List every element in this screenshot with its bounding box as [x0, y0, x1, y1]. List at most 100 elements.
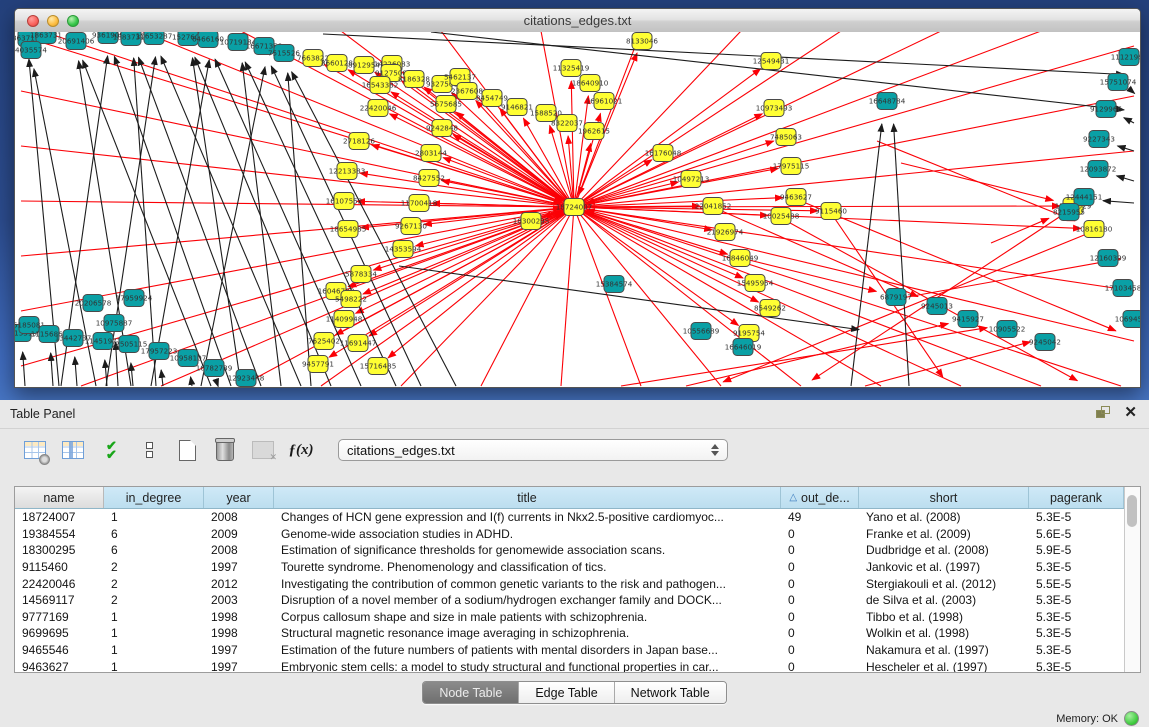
- graph-node[interactable]: 9457791: [302, 356, 334, 373]
- graph-node[interactable]: 21926974: [707, 224, 744, 241]
- svg-text:12549431: 12549431: [753, 57, 790, 66]
- graph-node[interactable]: 9227343: [1083, 131, 1115, 148]
- select-columns-button[interactable]: [60, 437, 86, 463]
- column-header-year[interactable]: year: [204, 487, 274, 508]
- table-cell: 1997: [204, 660, 274, 672]
- graph-node[interactable]: 12213383: [329, 163, 366, 180]
- network-canvas[interactable]: 8637104186373140355742069140693619091883…: [15, 32, 1140, 387]
- table-scrollbar-thumb[interactable]: [1127, 495, 1137, 527]
- graph-node[interactable]: 11325419: [553, 60, 590, 77]
- table-row[interactable]: 911546021997Tourette syndrome. Phenomeno…: [15, 559, 1124, 576]
- table-cell: Corpus callosum shape and size in male p…: [274, 610, 781, 624]
- graph-node[interactable]: 16846049: [722, 250, 759, 267]
- table-cell: 1998: [204, 610, 274, 624]
- graph-node[interactable]: 15495954: [737, 275, 774, 292]
- graph-node[interactable]: 14353594: [385, 241, 422, 258]
- svg-text:10958107: 10958107: [170, 354, 207, 363]
- table-row[interactable]: 2242004622012Investigating the contribut…: [15, 575, 1124, 592]
- table-select-dropdown[interactable]: citations_edges.txt: [338, 439, 728, 461]
- graph-node[interactable]: 10694547: [1115, 311, 1140, 328]
- table-row[interactable]: 1872400712008Changes of HCN gene express…: [15, 509, 1124, 526]
- svg-text:15751074: 15751074: [1100, 78, 1137, 87]
- graph-edge: [1117, 176, 1134, 181]
- network-window[interactable]: citations_edges.txt 86371041863731403557…: [14, 8, 1141, 388]
- table-toolbar: ✔✔ ƒ(x) citations_edges.txt: [0, 429, 1149, 471]
- column-header-title[interactable]: title: [274, 487, 781, 508]
- graph-node[interactable]: 9129966: [1090, 101, 1122, 118]
- table-row[interactable]: 946362711997Embryonic stem cells: a mode…: [15, 658, 1124, 672]
- table-cell: 5.3E-5: [1029, 643, 1124, 657]
- graph-edge: [161, 207, 574, 386]
- graph-node[interactable]: 10556689: [683, 323, 720, 340]
- table-row[interactable]: 946554611997Estimation of the future num…: [15, 642, 1124, 659]
- svg-text:10905522: 10905522: [989, 325, 1026, 334]
- graph-node[interactable]: 18640910: [572, 75, 609, 92]
- table-row[interactable]: 977716911998Corpus callosum shape and si…: [15, 609, 1124, 626]
- column-header-out_de[interactable]: △out_de...: [781, 487, 859, 508]
- delete-table-button[interactable]: [212, 437, 238, 463]
- graph-node[interactable]: 11691447: [340, 335, 377, 352]
- column-header-pagerank[interactable]: pagerank: [1029, 487, 1124, 508]
- svg-text:10025488: 10025488: [763, 212, 800, 221]
- svg-text:11691447: 11691447: [340, 339, 377, 348]
- tab-network-table[interactable]: Network Table: [615, 682, 726, 703]
- select-all-columns-button[interactable]: ✔✔: [98, 437, 124, 463]
- graph-node[interactable]: 15751074: [1100, 74, 1137, 91]
- graph-node[interactable]: 9463627: [780, 189, 812, 206]
- tab-node-table[interactable]: Node Table: [423, 682, 519, 703]
- graph-node[interactable]: 18654985: [330, 221, 367, 238]
- graph-node[interactable]: 8549262: [754, 300, 786, 317]
- tab-edge-table[interactable]: Edge Table: [519, 682, 614, 703]
- graph-edge: [161, 56, 301, 386]
- table-cell: 5.3E-5: [1029, 560, 1124, 574]
- network-graph-svg[interactable]: 8637104186373140355742069140693619091883…: [15, 32, 1140, 387]
- graph-node[interactable]: 9245042: [1029, 334, 1061, 351]
- window-titlebar[interactable]: citations_edges.txt: [15, 9, 1140, 33]
- column-header-short[interactable]: short: [859, 487, 1029, 508]
- table-scrollbar[interactable]: [1124, 487, 1140, 672]
- column-header-name[interactable]: name: [15, 487, 104, 508]
- graph-node[interactable]: 12160399: [1090, 250, 1127, 267]
- table-row[interactable]: 969969511998Structural magnetic resonanc…: [15, 625, 1124, 642]
- graph-node[interactable]: 17975115: [773, 158, 810, 175]
- table-cell: 9115460: [15, 560, 104, 574]
- table-cell: 0: [781, 660, 859, 672]
- table-row[interactable]: 1456911722003Disruption of a novel membe…: [15, 592, 1124, 609]
- graph-node[interactable]: 8133046: [626, 33, 658, 50]
- graph-node[interactable]: 15384574: [596, 276, 633, 293]
- float-panel-icon[interactable]: [1096, 406, 1110, 419]
- graph-node[interactable]: 15716485: [360, 358, 397, 375]
- graph-node[interactable]: 16648784: [869, 93, 906, 110]
- graph-edge: [579, 32, 641, 195]
- new-table-button[interactable]: [174, 437, 200, 463]
- graph-node[interactable]: 11700418: [401, 195, 438, 212]
- svg-text:22420046: 22420046: [360, 104, 397, 113]
- node-table: namein_degreeyeartitle△out_de...shortpag…: [14, 486, 1141, 673]
- graph-node[interactable]: 20206578: [75, 295, 112, 312]
- graph-node[interactable]: 9245013: [921, 298, 953, 315]
- graph-node[interactable]: 9415927: [952, 311, 984, 328]
- graph-node[interactable]: 10975887: [96, 315, 133, 332]
- graph-node[interactable]: 12093872: [1080, 161, 1117, 178]
- graph-edge: [21, 208, 561, 256]
- graph-node[interactable]: 17103458: [1105, 280, 1140, 297]
- table-row[interactable]: 1830029562008Estimation of significance …: [15, 542, 1124, 559]
- graph-node[interactable]: 2718126: [343, 133, 375, 150]
- table-settings-button[interactable]: [22, 437, 48, 463]
- table-cell: de Silva et al. (2003): [859, 593, 1029, 607]
- table-cell: Hescheler et al. (1997): [859, 660, 1029, 672]
- row-height-button[interactable]: [136, 437, 162, 463]
- graph-node[interactable]: 12549431: [753, 53, 790, 70]
- svg-text:5878334: 5878334: [345, 270, 377, 279]
- function-builder-button[interactable]: ƒ(x): [288, 437, 314, 463]
- graph-node[interactable]: 16176048: [645, 145, 682, 162]
- graph-node[interactable]: 12923448: [228, 370, 265, 387]
- graph-node[interactable]: 8427552: [413, 170, 445, 187]
- gear-icon: [39, 454, 50, 465]
- graph-edge: [323, 34, 1124, 74]
- graph-node[interactable]: 10816180: [1076, 221, 1113, 238]
- column-header-in_degree[interactable]: in_degree: [104, 487, 204, 508]
- table-row[interactable]: 1938455462009Genome-wide association stu…: [15, 526, 1124, 543]
- graph-edge: [201, 67, 265, 386]
- close-panel-icon[interactable]: ✕: [1124, 406, 1137, 419]
